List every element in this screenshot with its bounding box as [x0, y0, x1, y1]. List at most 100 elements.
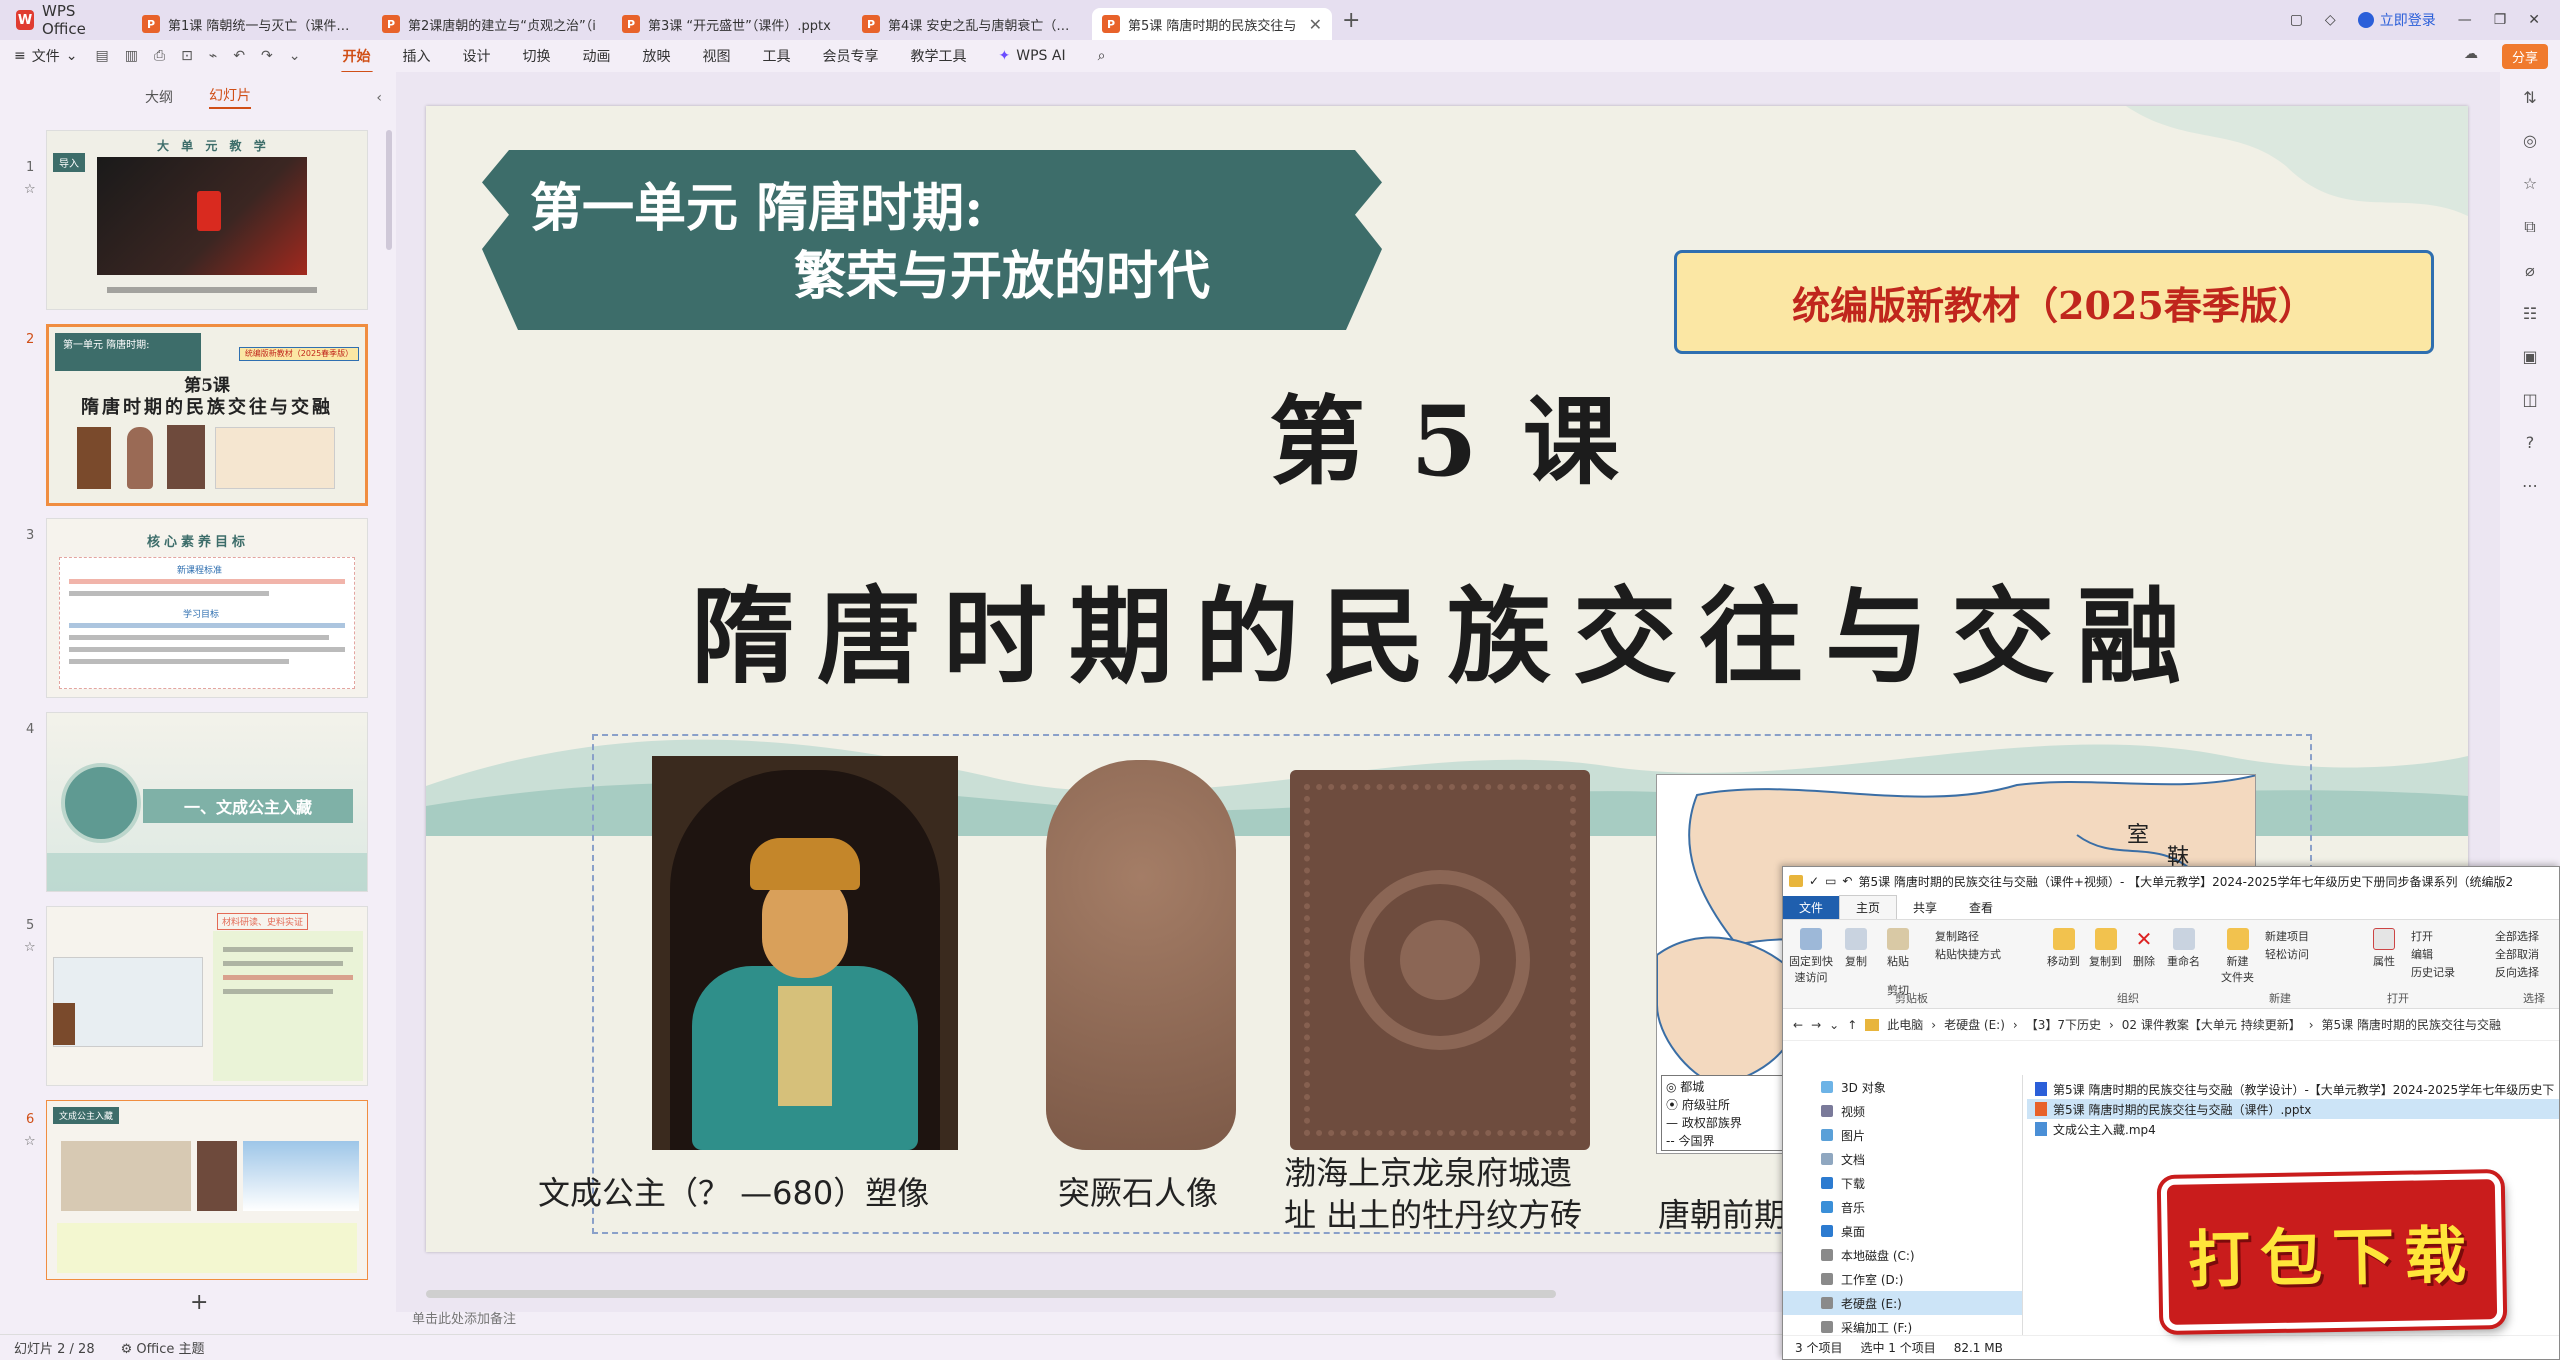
- cube-icon[interactable]: ◇: [2325, 12, 2336, 28]
- address-bar[interactable]: ← → ⌄ ↑ 此电脑 › 老硬盘 (E:) › 【3】7下历史 › 02 课件教案【…: [1783, 1009, 2559, 1041]
- move-to-button[interactable]: 移动到: [2047, 928, 2080, 969]
- outline-tab[interactable]: 大纲: [145, 87, 173, 107]
- qa-folder-icon[interactable]: ▭: [1825, 874, 1836, 888]
- more-icon[interactable]: ⌄: [289, 48, 301, 64]
- copy-icon[interactable]: ⧉: [2524, 217, 2535, 237]
- cloud-sync-icon[interactable]: ☁: [2464, 46, 2478, 62]
- package-download-badge[interactable]: 打包下载: [2160, 1173, 2504, 1331]
- ribbon-tab-home[interactable]: 开始: [340, 42, 373, 74]
- tab-lesson-2[interactable]: P 第2课唐朝的建立与“贞观之治”（i: [372, 8, 612, 40]
- file-row[interactable]: 文成公主入藏.mp4: [2027, 1119, 2559, 1139]
- select-none-button[interactable]: 全部取消: [2495, 946, 2539, 962]
- nav-item[interactable]: 文档: [1783, 1147, 2022, 1171]
- favorite-icon[interactable]: ☆: [2523, 174, 2537, 193]
- explorer-tab-share[interactable]: 共享: [1897, 896, 1953, 919]
- breadcrumb-item[interactable]: 第5课 隋唐时期的民族交往与交融: [2322, 1016, 2501, 1033]
- redo-icon[interactable]: ↷: [261, 48, 273, 64]
- restore-icon[interactable]: ❐: [2494, 12, 2507, 28]
- open-button[interactable]: 打开: [2411, 928, 2433, 944]
- invert-selection-button[interactable]: 反向选择: [2495, 964, 2539, 980]
- easy-access-button[interactable]: 轻松访问: [2265, 946, 2309, 962]
- share-button[interactable]: 分享: [2501, 44, 2548, 69]
- nav-item-selected[interactable]: 老硬盘 (E:): [1783, 1291, 2022, 1315]
- nav-item[interactable]: 本地磁盘 (C:): [1783, 1243, 2022, 1267]
- minimize-icon[interactable]: —: [2458, 12, 2472, 28]
- nav-item[interactable]: 图片: [1783, 1123, 2022, 1147]
- more-options-icon[interactable]: ⋯: [2522, 476, 2538, 495]
- paste-button[interactable]: 粘贴: [1887, 928, 1909, 969]
- wps-home[interactable]: W WPS Office: [0, 0, 132, 40]
- explorer-tab-view[interactable]: 查看: [1953, 896, 2009, 919]
- object-icon[interactable]: ◫: [2522, 390, 2537, 409]
- nav-item[interactable]: 视频: [1783, 1099, 2022, 1123]
- ribbon-tab-member[interactable]: 会员专享: [821, 42, 881, 70]
- slide-thumbnail-3[interactable]: 核心素养目标 新课程标准 学习目标: [46, 518, 368, 698]
- slide-thumbnail-1[interactable]: 大 单 元 教 学 导入: [46, 130, 368, 310]
- star-icon[interactable]: ☆: [24, 1134, 36, 1149]
- wps-ai-button[interactable]: ✦ WPS AI: [997, 44, 1068, 68]
- explorer-tab-home[interactable]: 主页: [1839, 895, 1898, 919]
- select-all-button[interactable]: 全部选择: [2495, 928, 2539, 944]
- ribbon-tab-insert[interactable]: 插入: [401, 42, 433, 70]
- ribbon-tab-teaching[interactable]: 教学工具: [909, 42, 969, 70]
- adjust-icon[interactable]: ⇅: [2523, 88, 2536, 107]
- slide-thumbnail-2[interactable]: 第一单元 隋唐时期: 统编版新教材（2025春季版） 第5课 隋唐时期的民族交往…: [46, 324, 368, 506]
- search-icon[interactable]: ⌕: [1096, 44, 1108, 68]
- file-row[interactable]: 第5课 隋唐时期的民族交往与交融（教学设计）-【大单元教学】2024-2025学…: [2027, 1079, 2559, 1099]
- file-row-selected[interactable]: 第5课 隋唐时期的民族交往与交融（课件）.pptx: [2027, 1099, 2559, 1119]
- notes-placeholder[interactable]: 单击此处添加备注: [412, 1308, 516, 1327]
- close-tab-icon[interactable]: ✕: [1309, 15, 1322, 34]
- nav-item[interactable]: 桌面: [1783, 1219, 2022, 1243]
- qa-check-icon[interactable]: ✓: [1809, 874, 1819, 888]
- collapse-panel-icon[interactable]: ‹: [376, 90, 382, 106]
- add-slide-button[interactable]: +: [190, 1290, 208, 1315]
- recent-icon[interactable]: ⌄: [1829, 1018, 1839, 1032]
- ribbon-tab-animation[interactable]: 动画: [581, 42, 613, 70]
- slide-thumbnail-5[interactable]: 材料研读、史料实证: [46, 906, 368, 1086]
- theme-name[interactable]: ⚙ Office 主题: [121, 1338, 205, 1357]
- nav-item[interactable]: 3D 对象: [1783, 1075, 2022, 1099]
- print-icon[interactable]: ⎙: [154, 48, 165, 64]
- breadcrumb-item[interactable]: 此电脑: [1887, 1016, 1923, 1033]
- format-painter-icon[interactable]: ⌁: [209, 48, 217, 64]
- new-tab-button[interactable]: +: [1332, 8, 1370, 33]
- brush-icon[interactable]: ⌀: [2525, 261, 2535, 280]
- forward-icon[interactable]: →: [1811, 1018, 1821, 1032]
- undo-icon[interactable]: ↶: [1842, 874, 1852, 888]
- tab-lesson-3[interactable]: P 第3课 “开元盛世”（课件）.pptx: [612, 8, 852, 40]
- preview-icon[interactable]: ⊡: [181, 48, 193, 64]
- copy-path-button[interactable]: 复制路径: [1935, 928, 1979, 944]
- paste-shortcut-button[interactable]: 粘贴快捷方式: [1935, 946, 2001, 962]
- tab-lesson-1[interactable]: P 第1课 隋朝统一与灭亡（课件）.pptx: [132, 8, 372, 40]
- slide-layout-icon[interactable]: ▣: [2522, 347, 2537, 366]
- edit-button[interactable]: 编辑: [2411, 946, 2433, 962]
- new-item-button[interactable]: 新建项目: [2265, 928, 2309, 944]
- adjustments-icon[interactable]: ☷: [2523, 304, 2537, 323]
- slides-tab[interactable]: 幻灯片: [209, 85, 251, 109]
- tab-lesson-5[interactable]: P 第5课 隋唐时期的民族交往与 ✕: [1092, 8, 1332, 40]
- star-icon[interactable]: ☆: [24, 182, 36, 197]
- up-icon[interactable]: ↑: [1847, 1018, 1857, 1032]
- new-folder-button[interactable]: 新建 文件夹: [2221, 928, 2254, 985]
- back-icon[interactable]: ←: [1793, 1018, 1803, 1032]
- breadcrumb-item[interactable]: 老硬盘 (E:): [1944, 1016, 2005, 1033]
- rename-button[interactable]: 重命名: [2167, 928, 2200, 969]
- properties-button[interactable]: 属性: [2373, 928, 2395, 969]
- star-icon[interactable]: ☆: [24, 940, 36, 955]
- nav-item[interactable]: 工作室 (D:): [1783, 1267, 2022, 1291]
- horizontal-scrollbar[interactable]: [426, 1290, 1556, 1298]
- save-icon[interactable]: ▤: [95, 48, 108, 64]
- breadcrumb-item[interactable]: 【3】7下历史: [2026, 1016, 2101, 1033]
- breadcrumb-item[interactable]: 02 课件教案【大单元 持续更新】: [2122, 1016, 2301, 1033]
- help-icon[interactable]: ?: [2526, 433, 2535, 452]
- undo-icon[interactable]: ↶: [233, 48, 245, 64]
- pin-quick-access-button[interactable]: 固定到快 速访问: [1789, 928, 1833, 985]
- ribbon-tab-view[interactable]: 视图: [701, 42, 733, 70]
- history-button[interactable]: 历史记录: [2411, 964, 2455, 980]
- close-window-icon[interactable]: ✕: [2528, 12, 2540, 28]
- tab-lesson-4[interactable]: P 第4课 安史之乱与唐朝衰亡（课件）: [852, 8, 1092, 40]
- copy-button[interactable]: 复制: [1845, 928, 1867, 969]
- ribbon-tab-design[interactable]: 设计: [461, 42, 493, 70]
- shape-icon[interactable]: ◎: [2523, 131, 2537, 150]
- file-menu[interactable]: ≡ 文件 ⌄: [14, 46, 77, 66]
